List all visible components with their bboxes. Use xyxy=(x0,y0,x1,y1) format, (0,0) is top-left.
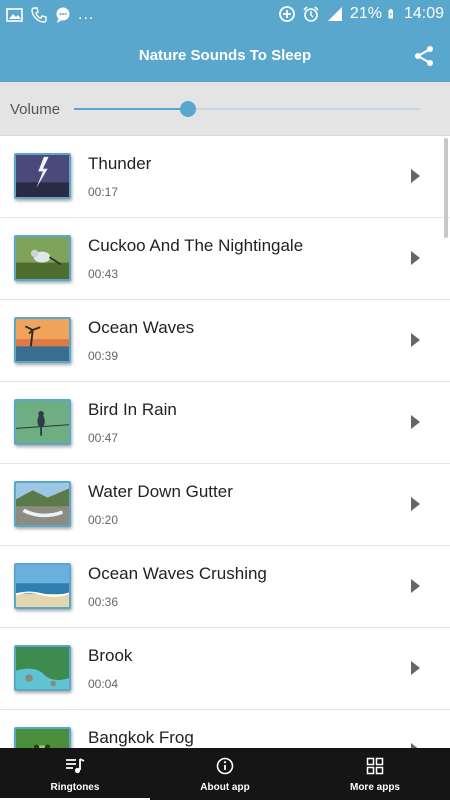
info-icon xyxy=(216,757,234,775)
list-item[interactable]: Thunder 00:17 xyxy=(0,136,450,218)
play-arrow-icon xyxy=(411,415,420,429)
more-notifications-indicator: ... xyxy=(78,6,95,23)
list-item[interactable]: Ocean Waves Crushing 00:36 xyxy=(0,546,450,628)
status-bar: ... 21% 14:09 xyxy=(0,0,450,32)
chat-icon xyxy=(56,7,70,23)
nav-item-ringtones[interactable]: Ringtones xyxy=(0,748,150,800)
battery-percent: 21% xyxy=(349,5,382,22)
play-arrow-icon xyxy=(411,579,420,593)
nav-item-more-apps[interactable]: More apps xyxy=(300,748,450,800)
nav-item-about-app[interactable]: About app xyxy=(150,748,300,800)
sound-list: Thunder 00:17 Cuckoo And The Nightingale… xyxy=(0,136,450,748)
share-icon[interactable] xyxy=(412,44,436,68)
volume-label: Volume xyxy=(10,101,61,118)
sound-duration: 00:39 xyxy=(88,349,119,363)
volume-slider-thumb[interactable] xyxy=(180,101,197,117)
phone-icon xyxy=(31,7,47,23)
nav-label-more-apps: More apps xyxy=(349,782,400,793)
list-item[interactable]: Water Down Gutter 00:20 xyxy=(0,464,450,546)
volume-slider[interactable] xyxy=(74,101,420,117)
list-item[interactable]: Brook 00:04 xyxy=(0,628,450,710)
list-item[interactable]: Bangkok Frog xyxy=(0,710,450,748)
sound-duration: 00:20 xyxy=(88,513,119,527)
volume-control: Volume xyxy=(0,82,450,136)
cuckoo-thumbnail xyxy=(14,235,71,281)
sound-duration: 00:17 xyxy=(88,185,119,199)
list-scrollbar[interactable] xyxy=(444,138,448,238)
sound-duration: 00:47 xyxy=(88,431,119,445)
nav-label-about-app: About app xyxy=(200,782,250,793)
ocean-waves-crushing-thumbnail xyxy=(14,563,71,609)
thunder-thumbnail xyxy=(14,153,71,199)
gallery-icon xyxy=(6,8,23,22)
playlist-music-icon xyxy=(66,758,85,774)
brook-thumbnail xyxy=(14,645,71,691)
sound-title: Ocean Waves xyxy=(88,318,195,337)
play-arrow-icon xyxy=(411,661,420,675)
grid-icon xyxy=(366,757,384,775)
list-item[interactable]: Cuckoo And The Nightingale 00:43 xyxy=(0,218,450,300)
play-arrow-icon xyxy=(411,251,420,265)
volume-slider-fill xyxy=(74,108,189,110)
sound-title: Thunder xyxy=(88,154,152,173)
clock: 14:09 xyxy=(403,5,444,22)
bird-in-rain-thumbnail xyxy=(14,399,71,445)
signal-icon xyxy=(327,7,342,21)
sound-duration: 00:04 xyxy=(88,677,119,691)
bangkok-frog-thumbnail xyxy=(14,727,71,748)
sound-title: Water Down Gutter xyxy=(88,482,233,501)
page-title: Nature Sounds To Sleep xyxy=(138,47,312,64)
play-arrow-icon xyxy=(411,333,420,347)
sound-duration: 00:43 xyxy=(88,267,119,281)
water-down-gutter-thumbnail xyxy=(14,481,71,527)
sound-title: Bangkok Frog xyxy=(88,728,194,747)
sound-title: Cuckoo And The Nightingale xyxy=(88,236,304,255)
sound-duration: 00:36 xyxy=(88,595,119,609)
list-item[interactable]: Ocean Waves 00:39 xyxy=(0,300,450,382)
ocean-waves-thumbnail xyxy=(14,317,71,363)
data-saver-icon xyxy=(279,6,295,22)
bottom-navigation: Ringtones About app More apps xyxy=(0,748,450,800)
play-arrow-icon xyxy=(411,497,420,511)
play-arrow-icon xyxy=(411,169,420,183)
sound-title: Ocean Waves Crushing xyxy=(88,564,267,583)
list-item[interactable]: Bird In Rain 00:47 xyxy=(0,382,450,464)
battery-charging-icon xyxy=(388,9,393,19)
nav-label-ringtones: Ringtones xyxy=(50,782,100,793)
alarm-icon xyxy=(303,6,319,22)
app-bar: Nature Sounds To Sleep xyxy=(0,32,450,82)
sound-title: Brook xyxy=(88,646,133,665)
sound-title: Bird In Rain xyxy=(88,400,177,419)
